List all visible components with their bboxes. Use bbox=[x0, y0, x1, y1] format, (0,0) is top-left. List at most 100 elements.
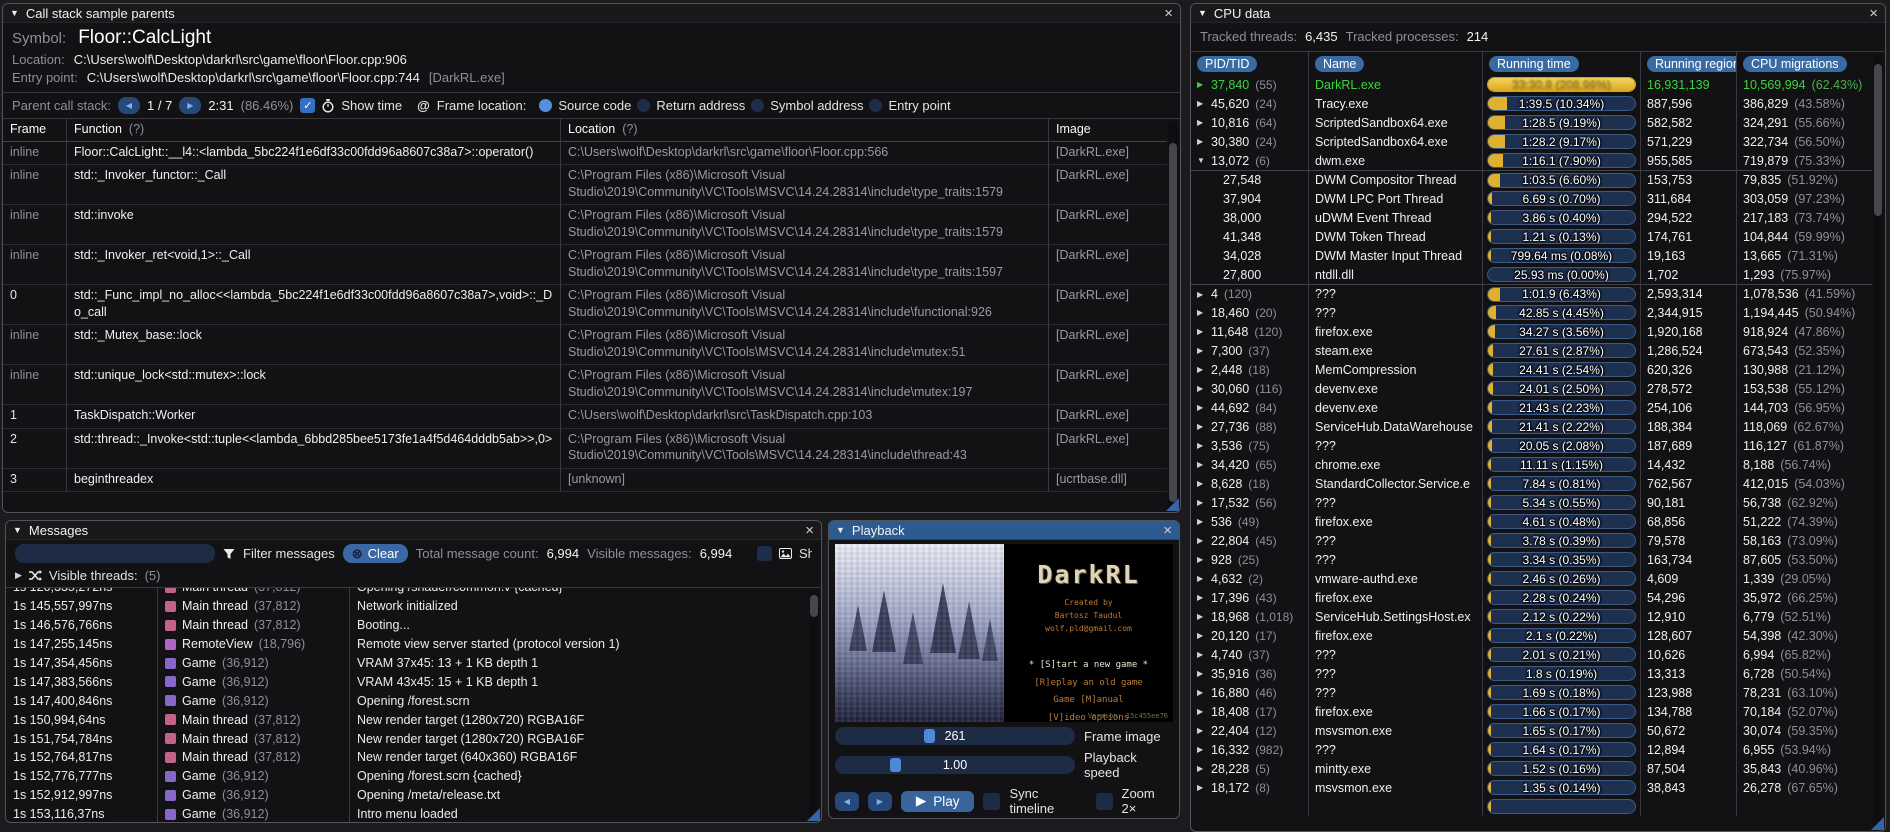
play-button[interactable]: ▶ Play bbox=[900, 790, 975, 812]
cpu-row[interactable]: 38,000 uDWM Event Thread 3.86 s (0.40%) … bbox=[1191, 208, 1872, 227]
step-forward-button[interactable]: ▶ bbox=[867, 791, 892, 811]
cpu-row[interactable]: ▶ 4 (120) ??? 1:01.9 (6.43%) 2,593,314 1… bbox=[1191, 284, 1872, 303]
close-icon[interactable]: × bbox=[1164, 6, 1173, 21]
callstack-titlebar[interactable]: ▼ Call stack sample parents × bbox=[3, 4, 1180, 23]
expand-icon[interactable]: ▶ bbox=[1197, 536, 1211, 545]
callstack-scrollbar[interactable] bbox=[1168, 121, 1178, 510]
radio-icon[interactable] bbox=[751, 99, 765, 112]
message-row[interactable]: 1s 146,576,766ns Main thread (37,812) Bo… bbox=[6, 615, 808, 635]
message-row[interactable]: 1s 150,994,64ns Main thread (37,812) New… bbox=[6, 710, 808, 730]
cpu-row[interactable]: ▶ 18,408 (17) firefox.exe 1.66 s (0.17%)… bbox=[1191, 702, 1872, 721]
cpu-row[interactable]: ▶ 3,536 (75) ??? 20.05 s (2.08%) 187,689 bbox=[1191, 436, 1872, 455]
expand-icon[interactable]: ▶ bbox=[1197, 707, 1211, 716]
expand-icon[interactable]: ▶ bbox=[1197, 555, 1211, 564]
expand-icon[interactable]: ▶ bbox=[1197, 308, 1211, 317]
close-icon[interactable]: × bbox=[1163, 523, 1172, 538]
show-time-checkbox[interactable]: ✓ bbox=[300, 98, 316, 113]
cpu-row[interactable]: ▶ 27,736 (88) ServiceHub.DataWarehouse 2… bbox=[1191, 417, 1872, 436]
cpu-row[interactable]: ▶ 2,448 (18) MemCompression 24.41 s (2.5… bbox=[1191, 360, 1872, 379]
collapse-icon[interactable]: ▼ bbox=[10, 8, 19, 18]
callstack-row[interactable]: inline std::_Mutex_base::lock C:\Program… bbox=[3, 325, 1167, 365]
column-name[interactable]: Name bbox=[1315, 55, 1365, 72]
resize-grip[interactable] bbox=[807, 808, 820, 821]
messages-scrollbar[interactable] bbox=[809, 590, 819, 820]
resize-grip[interactable] bbox=[1166, 498, 1179, 511]
cpu-row[interactable]: ▶ 28,228 (5) mintty.exe 1.52 s (0.16%) 8… bbox=[1191, 759, 1872, 778]
column-pid-tid[interactable]: PID/TID bbox=[1197, 55, 1258, 72]
cpu-row[interactable]: 37,904 DWM LPC Port Thread 6.69 s (0.70%… bbox=[1191, 189, 1872, 208]
expand-icon[interactable]: ▶ bbox=[1197, 441, 1211, 450]
frame-image-slider[interactable]: 261 bbox=[835, 727, 1075, 745]
cpu-row[interactable]: ▶ 11,648 (120) firefox.exe 34.27 s (3.56… bbox=[1191, 322, 1872, 341]
callstack-row[interactable]: inline std::_Invoker_ret<void,1>::_Call … bbox=[3, 245, 1167, 285]
expand-icon[interactable]: ▶ bbox=[1197, 688, 1211, 697]
messages-titlebar[interactable]: ▼ Messages × bbox=[6, 521, 821, 540]
callstack-row[interactable]: inline std::unique_lock<std::mutex>::loc… bbox=[3, 365, 1167, 405]
message-row[interactable]: 1s 120,335,272ns Main thread (37,812) Op… bbox=[6, 588, 808, 597]
radio-icon[interactable] bbox=[637, 99, 651, 112]
close-icon[interactable]: × bbox=[805, 523, 814, 538]
expand-icon[interactable]: ▶ bbox=[1197, 327, 1211, 336]
expand-icon[interactable]: ▶ bbox=[1197, 650, 1211, 659]
expand-icon[interactable]: ▶ bbox=[1197, 137, 1211, 146]
frame-location-radio[interactable]: Source code bbox=[539, 98, 631, 113]
expand-icon[interactable]: ▶ bbox=[1197, 726, 1211, 735]
cpu-row[interactable]: ▶ 928 (25) ??? 3.34 s (0.35%) 163,734 87… bbox=[1191, 550, 1872, 569]
cpu-scrollbar[interactable] bbox=[1873, 54, 1883, 829]
expand-icon[interactable]: ▶ bbox=[1197, 517, 1211, 526]
expand-icon[interactable]: ▶ bbox=[1197, 612, 1211, 621]
radio-icon[interactable] bbox=[539, 99, 553, 112]
callstack-row[interactable]: 0 std::_Func_impl_no_alloc<<lambda_5bc22… bbox=[3, 285, 1167, 325]
message-row[interactable]: 1s 153,116,37ns Game (36,912) Intro menu… bbox=[6, 804, 808, 822]
column-cpu-migrations[interactable]: CPU migrations bbox=[1743, 55, 1847, 72]
cpu-row[interactable]: ▶ 44,692 (84) devenv.exe 21.43 s (2.23%)… bbox=[1191, 398, 1872, 417]
playback-titlebar[interactable]: ▼ Playback × bbox=[829, 521, 1179, 540]
cpu-row[interactable]: ▶ 18,968 (1,018) ServiceHub.SettingsHost… bbox=[1191, 607, 1872, 626]
message-row[interactable]: 1s 147,354,456ns Game (36,912) VRAM 37x4… bbox=[6, 653, 808, 673]
callstack-row[interactable]: inline Floor::CalcLight::__l4::<lambda_5… bbox=[3, 141, 1167, 165]
cpu-row[interactable]: ▶ 8,628 (18) StandardCollector.Service.e… bbox=[1191, 474, 1872, 493]
message-row[interactable]: 1s 145,557,997ns Main thread (37,812) Ne… bbox=[6, 596, 808, 616]
cpu-row[interactable]: ▶ 35,916 (36) ??? 1.8 s (0.19%) 13,313 6… bbox=[1191, 664, 1872, 683]
resize-grip[interactable] bbox=[1871, 817, 1884, 830]
scrollbar-thumb[interactable] bbox=[810, 595, 818, 617]
message-row[interactable]: 1s 152,776,777ns Game (36,912) Opening /… bbox=[6, 766, 808, 786]
cpu-row[interactable]: ▶ 34,420 (65) chrome.exe 11.11 s (1.15%)… bbox=[1191, 455, 1872, 474]
expand-icon[interactable]: ▶ bbox=[1197, 745, 1211, 754]
expand-icon[interactable]: ▶ bbox=[1197, 403, 1211, 412]
show-images-label[interactable]: Sh bbox=[799, 546, 812, 561]
cpu-row[interactable]: ▶ 4,632 (2) vmware-authd.exe 2.46 s (0.2… bbox=[1191, 569, 1872, 588]
expand-icon[interactable]: ▶ bbox=[1197, 631, 1211, 640]
collapse-icon[interactable]: ▼ bbox=[836, 525, 845, 535]
expand-icon[interactable]: ▶ bbox=[1197, 479, 1211, 488]
scrollbar-thumb[interactable] bbox=[1169, 143, 1177, 502]
column-running-regions[interactable]: Running regions bbox=[1647, 55, 1736, 72]
cpu-row[interactable]: ▼ 13,072 (6) dwm.exe 1:16.1 (7.90%) 955,… bbox=[1191, 151, 1872, 170]
collapse-icon[interactable]: ▼ bbox=[1198, 8, 1207, 18]
message-row[interactable]: 1s 151,754,784ns Main thread (37,812) Ne… bbox=[6, 729, 808, 749]
zoom-2x-label[interactable]: Zoom 2× bbox=[1122, 786, 1173, 816]
cpu-row[interactable]: ▶ 10,816 (64) ScriptedSandbox64.exe 1:28… bbox=[1191, 113, 1872, 132]
cpu-row[interactable]: ▶ 20,120 (17) firefox.exe 2.1 s (0.22%) … bbox=[1191, 626, 1872, 645]
expand-icon[interactable]: ▶ bbox=[1197, 783, 1211, 792]
expand-icon[interactable]: ▶ bbox=[1197, 118, 1211, 127]
cpu-row[interactable]: ▶ 30,060 (116) devenv.exe 24.01 s (2.50%… bbox=[1191, 379, 1872, 398]
cpu-row[interactable]: ▶ 7,300 (37) steam.exe 27.61 s (2.87%) 1… bbox=[1191, 341, 1872, 360]
sync-timeline-checkbox[interactable] bbox=[983, 792, 1001, 810]
expand-icon[interactable]: ▶ bbox=[1197, 346, 1211, 355]
shuffle-icon[interactable] bbox=[28, 570, 42, 581]
callstack-row[interactable]: 2 std::thread::_Invoke<std::tuple<<lambd… bbox=[3, 428, 1167, 469]
sync-timeline-label[interactable]: Sync timeline bbox=[1009, 786, 1086, 816]
cpu-row[interactable]: ▶ 18,172 (8) msvsmon.exe 1.35 s (0.14%) … bbox=[1191, 778, 1872, 797]
cpu-row[interactable]: ▶ 16,332 (982) ??? 1.64 s (0.17%) 12,894 bbox=[1191, 740, 1872, 759]
cpu-row[interactable]: 27,548 DWM Compositor Thread 1:03.5 (6.6… bbox=[1191, 170, 1872, 189]
expand-icon[interactable]: ▶ bbox=[1197, 290, 1211, 299]
filter-input[interactable] bbox=[15, 544, 215, 563]
show-images-checkbox[interactable] bbox=[757, 546, 772, 561]
message-row[interactable]: 1s 152,912,997ns Game (36,912) Opening /… bbox=[6, 785, 808, 805]
callstack-row[interactable]: inline std::_Invoker_functor::_Call C:\P… bbox=[3, 165, 1167, 205]
cpu-row[interactable]: ▶ 17,532 (56) ??? 5.34 s (0.55%) 90,181 bbox=[1191, 493, 1872, 512]
callstack-row[interactable]: inline std::invoke C:\Program Files (x86… bbox=[3, 205, 1167, 245]
expand-icon[interactable]: ▶ bbox=[1197, 384, 1211, 393]
show-time-label[interactable]: Show time bbox=[341, 98, 402, 113]
